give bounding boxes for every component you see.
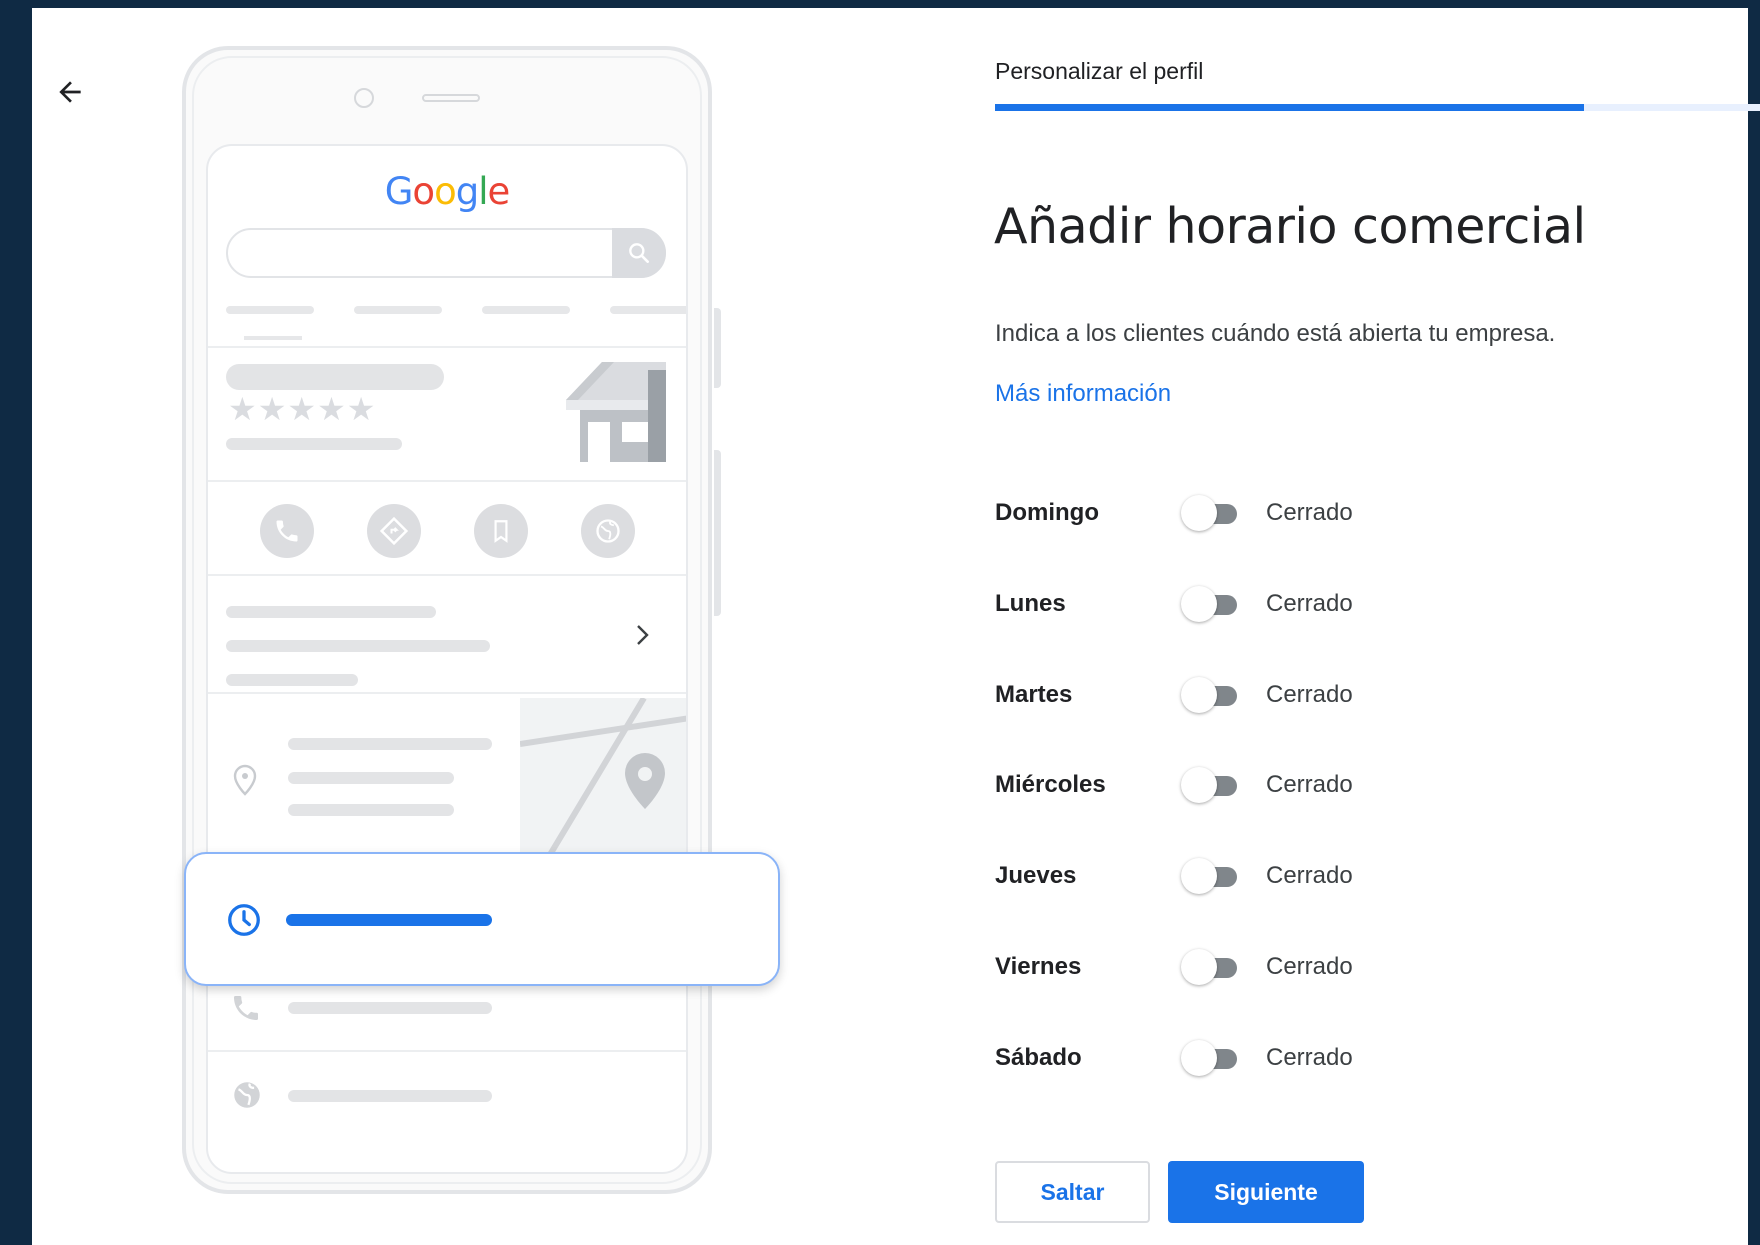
mock-text-line	[288, 738, 492, 750]
phone-icon	[276, 520, 298, 542]
progress-bar-fill	[995, 104, 1584, 111]
mock-text-line	[226, 606, 436, 618]
mock-tab-placeholder	[482, 306, 570, 314]
globe-icon	[234, 1082, 260, 1108]
star-rating-icon: ★★★★★	[228, 390, 377, 428]
day-row-wednesday: Miércoles Cerrado	[995, 765, 1415, 805]
next-button[interactable]: Siguiente	[1168, 1161, 1364, 1223]
day-toggle[interactable]	[1181, 677, 1243, 713]
day-label: Martes	[995, 681, 1073, 708]
day-label: Jueves	[995, 862, 1077, 889]
mock-tab-placeholder	[610, 306, 686, 314]
mock-text-line	[288, 772, 454, 784]
more-info-link[interactable]: Más información	[995, 380, 1171, 408]
day-row-thursday: Jueves Cerrado	[995, 856, 1415, 896]
day-row-tuesday: Martes Cerrado	[995, 675, 1415, 715]
clock-icon	[228, 904, 260, 936]
mock-text-line	[288, 1002, 492, 1014]
divider	[208, 480, 686, 482]
mock-search-button	[612, 228, 666, 278]
search-icon	[629, 243, 649, 263]
mock-text-line	[288, 1090, 492, 1102]
hours-placeholder-bar	[286, 914, 492, 926]
day-toggle[interactable]	[1181, 858, 1243, 894]
day-toggle[interactable]	[1181, 1040, 1243, 1076]
directions-icon	[379, 516, 409, 546]
day-label: Viernes	[995, 953, 1082, 980]
page-description: Indica a los clientes cuándo está abiert…	[995, 320, 1556, 347]
mock-tab-placeholder	[226, 306, 314, 314]
chevron-right-icon	[637, 625, 649, 645]
day-toggle[interactable]	[1181, 586, 1243, 622]
phone-screen: Google ★★★★★	[206, 144, 688, 1174]
day-label: Miércoles	[995, 771, 1106, 798]
divider	[208, 1050, 686, 1052]
divider	[208, 692, 686, 694]
day-status: Cerrado	[1266, 681, 1353, 708]
mock-save-action	[474, 504, 528, 558]
day-label: Domingo	[995, 499, 1099, 526]
phone-icon	[234, 996, 258, 1020]
bookmark-icon	[494, 520, 508, 543]
day-toggle[interactable]	[1181, 495, 1243, 531]
mock-tab-indicator	[244, 336, 302, 340]
mock-tab-placeholder	[354, 306, 442, 314]
day-status: Cerrado	[1266, 1044, 1353, 1071]
phone-side-button	[714, 450, 721, 616]
day-label: Lunes	[995, 590, 1066, 617]
mock-search-bar	[226, 228, 666, 278]
mock-website-action	[581, 504, 635, 558]
step-title: Personalizar el perfil	[995, 58, 1204, 84]
day-status: Cerrado	[1266, 590, 1353, 617]
mock-call-action	[260, 504, 314, 558]
page-title: Añadir horario comercial	[994, 198, 1586, 255]
day-row-friday: Viernes Cerrado	[995, 947, 1415, 987]
mock-directions-action	[367, 504, 421, 558]
phone-camera	[354, 88, 374, 108]
mock-text-line	[226, 640, 490, 652]
day-toggle[interactable]	[1181, 767, 1243, 803]
back-button[interactable]	[46, 68, 94, 116]
phone-side-button	[714, 308, 721, 388]
day-toggle[interactable]	[1181, 949, 1243, 985]
progress-bar	[995, 104, 1760, 111]
hours-highlight-card	[184, 852, 780, 986]
mock-text-line	[226, 438, 402, 450]
globe-icon	[596, 519, 620, 543]
day-row-saturday: Sábado Cerrado	[995, 1038, 1415, 1078]
day-label: Sábado	[995, 1044, 1082, 1071]
day-status: Cerrado	[1266, 862, 1353, 889]
location-pin-icon	[233, 764, 257, 796]
arrow-left-icon	[59, 81, 81, 103]
day-status: Cerrado	[1266, 953, 1353, 980]
day-status: Cerrado	[1266, 771, 1353, 798]
divider	[208, 574, 686, 576]
storefront-icon	[566, 362, 666, 462]
mock-text-line	[288, 804, 454, 816]
google-logo: Google	[384, 170, 510, 213]
divider	[208, 346, 686, 348]
skip-button[interactable]: Saltar	[995, 1161, 1150, 1223]
day-row-monday: Lunes Cerrado	[995, 584, 1415, 624]
setup-panel: Google ★★★★★ Personalizar el perfil Añad…	[32, 8, 1760, 1245]
day-status: Cerrado	[1266, 499, 1353, 526]
day-row-sunday: Domingo Cerrado	[995, 493, 1415, 533]
phone-speaker	[422, 94, 480, 102]
mock-business-name	[226, 364, 444, 390]
mock-text-line	[226, 674, 358, 686]
